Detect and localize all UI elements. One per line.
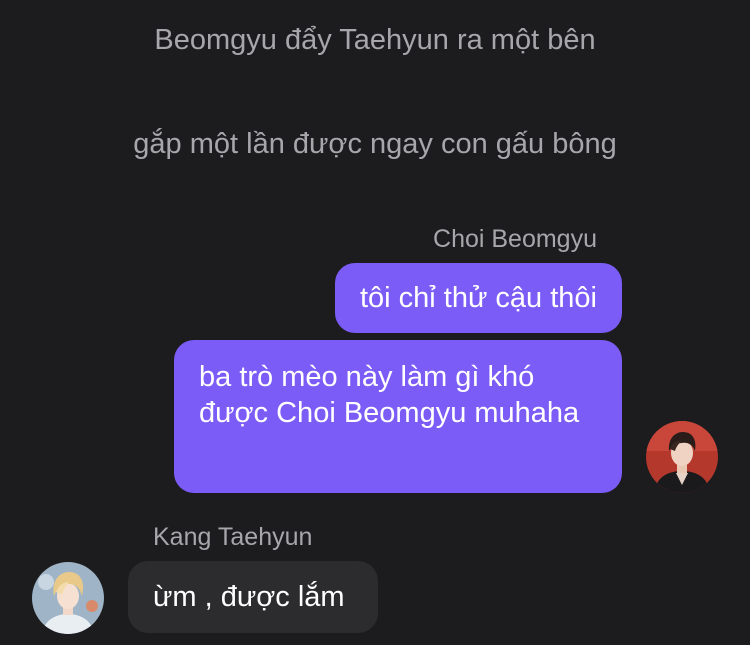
sender-name-choi-beomgyu: Choi Beomgyu [433, 225, 597, 253]
avatar-kang-taehyun[interactable] [32, 562, 104, 634]
narration-line: Beomgyu đẩy Taehyun ra một bên [154, 24, 596, 56]
message-bubble-outgoing[interactable]: tôi chỉ thử cậu thôi [334, 263, 622, 333]
message-bubble-incoming[interactable]: ừm , được lắm [128, 561, 378, 633]
sender-name-kang-taehyun: Kang Taehyun [153, 523, 313, 551]
avatar-choi-beomgyu[interactable] [646, 421, 718, 493]
narration-line: gắp một lần được ngay con gấu bông [133, 128, 617, 160]
message-bubble-outgoing[interactable]: ba trò mèo này làm gì khó được Choi Beom… [174, 340, 622, 493]
